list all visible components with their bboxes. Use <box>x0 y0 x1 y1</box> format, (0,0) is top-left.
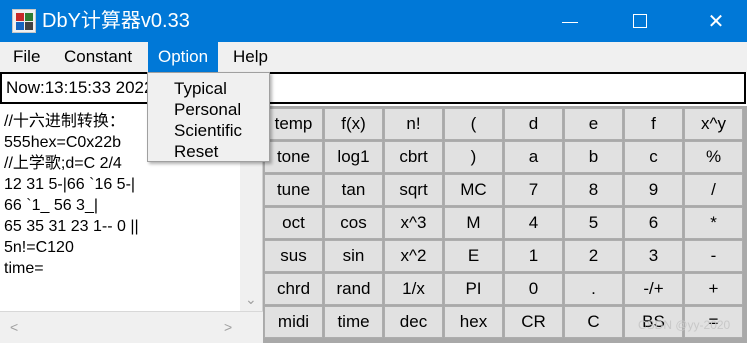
key-button[interactable]: log1 <box>324 141 383 173</box>
maximize-icon <box>633 14 647 28</box>
menu-item-personal[interactable]: Personal <box>174 99 241 120</box>
minimize-icon <box>562 21 578 23</box>
window-title: DbY计算器v0.33 <box>42 10 190 32</box>
menu-option[interactable]: Option <box>148 42 219 72</box>
key-button[interactable]: ) <box>444 141 503 173</box>
key-button[interactable]: e <box>564 108 623 140</box>
key-button[interactable]: 1/x <box>384 273 443 305</box>
scroll-down-icon[interactable]: ⌄ <box>245 292 257 306</box>
key-button[interactable]: time <box>324 306 383 338</box>
key-button[interactable]: sin <box>324 240 383 272</box>
key-button[interactable]: E <box>444 240 503 272</box>
menu-item-scientific[interactable]: Scientific <box>174 120 242 141</box>
key-button[interactable]: tune <box>264 174 323 206</box>
icon-cell <box>25 13 33 21</box>
key-button[interactable]: f(x) <box>324 108 383 140</box>
app-icon[interactable] <box>12 9 36 33</box>
key-button[interactable]: oct <box>264 207 323 239</box>
expression-input[interactable]: Now:13:15:33 2022-05-29 <box>0 72 746 104</box>
output-line: 5n!=C120 <box>4 239 74 256</box>
watermark: CSDN @yy-2020 <box>638 318 731 332</box>
key-button[interactable]: x^y <box>684 108 743 140</box>
minimize-button[interactable] <box>547 0 593 42</box>
key-button[interactable]: a <box>504 141 563 173</box>
key-button[interactable]: sqrt <box>384 174 443 206</box>
output-line: //上学歌;d=C 2/4 <box>4 155 122 172</box>
key-button[interactable]: n! <box>384 108 443 140</box>
key-button[interactable]: * <box>684 207 743 239</box>
menu-constant[interactable]: Constant <box>54 42 142 72</box>
key-button[interactable]: temp <box>264 108 323 140</box>
key-button[interactable]: - <box>684 240 743 272</box>
key-button[interactable]: 5 <box>564 207 623 239</box>
key-button[interactable]: x^2 <box>384 240 443 272</box>
output-line: 12 31 5-|66 `16 5-| <box>4 176 136 193</box>
key-button[interactable]: x^3 <box>384 207 443 239</box>
key-button[interactable]: d <box>504 108 563 140</box>
key-button[interactable]: f <box>624 108 683 140</box>
key-button[interactable]: 1 <box>504 240 563 272</box>
key-button[interactable]: 2 <box>564 240 623 272</box>
key-button[interactable]: ( <box>444 108 503 140</box>
menu-help[interactable]: Help <box>223 42 278 72</box>
key-button[interactable]: tan <box>324 174 383 206</box>
key-button[interactable]: 0 <box>504 273 563 305</box>
key-button[interactable]: CR <box>504 306 563 338</box>
key-button[interactable]: 8 <box>564 174 623 206</box>
key-button[interactable]: % <box>684 141 743 173</box>
close-icon: ✕ <box>707 10 725 33</box>
key-button[interactable]: cos <box>324 207 383 239</box>
key-button[interactable]: sus <box>264 240 323 272</box>
key-button[interactable]: tone <box>264 141 323 173</box>
horizontal-scrollbar[interactable]: < > <box>0 311 263 343</box>
icon-cell <box>16 22 24 30</box>
maximize-button[interactable] <box>617 0 663 42</box>
key-button[interactable]: 3 <box>624 240 683 272</box>
menu-item-reset[interactable]: Reset <box>174 141 218 162</box>
output-line: //十六进制转换： <box>4 113 125 130</box>
key-button[interactable]: rand <box>324 273 383 305</box>
key-button[interactable]: 4 <box>504 207 563 239</box>
menu-item-typical[interactable]: Typical <box>174 78 227 99</box>
key-button[interactable]: MC <box>444 174 503 206</box>
key-button[interactable]: dec <box>384 306 443 338</box>
key-button[interactable]: b <box>564 141 623 173</box>
key-button[interactable]: / <box>684 174 743 206</box>
icon-cell <box>16 13 24 21</box>
keypad: temp f(x) n!(d e f x^y tone log1 cbrt) a b c% tune ta… <box>263 106 747 343</box>
title-bar[interactable]: DbY计算器v0.33 ✕ <box>0 0 747 42</box>
key-button[interactable]: M <box>444 207 503 239</box>
key-button[interactable]: 7 <box>504 174 563 206</box>
scroll-left-icon[interactable]: < <box>10 320 18 334</box>
key-button[interactable]: hex <box>444 306 503 338</box>
key-button[interactable]: cbrt <box>384 141 443 173</box>
key-button[interactable]: + <box>684 273 743 305</box>
output-line: 66 `1_ 56 3_| <box>4 197 99 214</box>
scroll-right-icon[interactable]: > <box>224 320 232 334</box>
icon-cell <box>25 22 33 30</box>
menu-file[interactable]: File <box>3 42 50 72</box>
key-button[interactable]: chrd <box>264 273 323 305</box>
key-button[interactable]: C <box>564 306 623 338</box>
close-button[interactable]: ✕ <box>693 0 739 42</box>
output-line: 555hex=C0x22b <box>4 134 121 151</box>
menu-bar: File Constant Option Help <box>0 42 747 72</box>
option-dropdown: Typical Personal Scientific Reset <box>147 72 270 162</box>
key-button[interactable]: -/+ <box>624 273 683 305</box>
key-button[interactable]: c <box>624 141 683 173</box>
key-button[interactable]: midi <box>264 306 323 338</box>
output-line: 65 35 31 23 1-- 0 || <box>4 218 139 235</box>
key-button[interactable]: 6 <box>624 207 683 239</box>
key-button[interactable]: PI <box>444 273 503 305</box>
key-button[interactable]: 9 <box>624 174 683 206</box>
key-button[interactable]: . <box>564 273 623 305</box>
output-line: time= <box>4 260 44 277</box>
